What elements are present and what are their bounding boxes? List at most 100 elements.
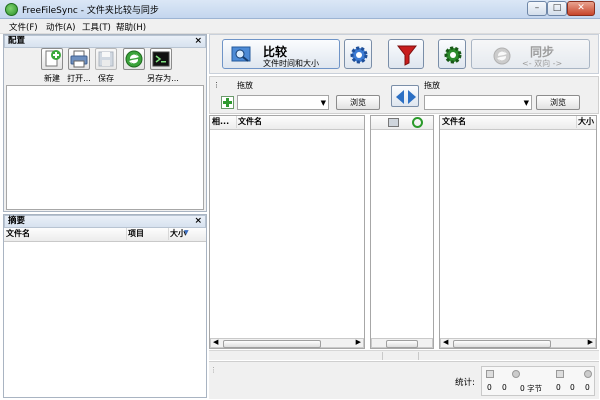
folder-pair-row: ⋮ 拖放 ▼ 浏览 拖放 ▼ 浏览 bbox=[209, 76, 599, 114]
sync-subtitle: <- 双向 -> bbox=[522, 59, 563, 68]
menu-file[interactable]: 文件(F) bbox=[9, 21, 38, 33]
status-divider bbox=[382, 352, 419, 360]
statistics-drag-handle-icon: ⋮ bbox=[210, 366, 217, 374]
right-folder-input[interactable]: ▼ bbox=[424, 95, 532, 110]
left-col-filename[interactable]: 文件名 bbox=[236, 116, 364, 128]
terminal-icon bbox=[152, 51, 170, 67]
new-file-icon bbox=[45, 50, 61, 67]
sort-arrow-icon: ▼ bbox=[184, 229, 189, 236]
right-create-icon bbox=[556, 370, 564, 378]
config-panel-title: 配置 bbox=[8, 36, 26, 46]
right-drag-label: 拖放 bbox=[424, 81, 440, 90]
open-printer-icon bbox=[70, 50, 88, 68]
blue-gear-icon bbox=[350, 46, 368, 64]
filter-button[interactable] bbox=[388, 39, 424, 69]
compare-category-icon[interactable] bbox=[388, 118, 399, 127]
statistics-bar: ⋮ 统计: 0 0 0 字节 0 0 0 bbox=[209, 361, 599, 399]
stat-right-delete: 0 bbox=[585, 383, 590, 392]
compare-subtitle: 文件时间和大小 bbox=[263, 59, 319, 68]
right-file-grid[interactable]: 文件名 大小 ◀ ▶ bbox=[439, 115, 597, 349]
open-config-label: 打开... bbox=[67, 74, 91, 83]
new-config-button[interactable] bbox=[41, 48, 63, 70]
right-grid-scroll-thumb[interactable] bbox=[453, 340, 551, 348]
overview-panel-title: 摘要 bbox=[8, 216, 26, 226]
save-config-label: 保存 bbox=[98, 74, 114, 83]
new-config-label: 新建 bbox=[44, 74, 60, 83]
menu-help[interactable]: 帮助(H) bbox=[116, 21, 146, 33]
middle-grid-scroll-thumb[interactable] bbox=[386, 340, 418, 348]
save-as-config-button[interactable] bbox=[150, 48, 172, 70]
overview-col-items[interactable]: 项目 bbox=[126, 228, 169, 240]
right-grid-hscrollbar[interactable]: ◀ ▶ bbox=[440, 338, 596, 348]
funnel-filter-icon bbox=[397, 45, 417, 66]
right-scroll-right-icon[interactable]: ▶ bbox=[588, 338, 593, 346]
green-sync-icon bbox=[125, 50, 143, 68]
save-disk-icon bbox=[98, 51, 114, 67]
overview-col-filename[interactable]: 文件名 bbox=[4, 228, 127, 240]
left-grid-header: 相... 文件名 bbox=[210, 116, 364, 130]
status-strip bbox=[209, 350, 599, 360]
close-button[interactable]: ✕ bbox=[567, 1, 595, 16]
open-config-button[interactable] bbox=[68, 48, 90, 70]
overview-grid-header: 文件名 项目 大小 ▼ bbox=[4, 228, 206, 242]
save-config-button[interactable] bbox=[95, 48, 117, 70]
save-as-config-label: 另存为... bbox=[147, 74, 179, 83]
stat-right-create: 0 bbox=[556, 383, 561, 392]
left-update-icon bbox=[512, 370, 520, 378]
sync-arrows-icon bbox=[493, 47, 511, 65]
overview-panel-close-icon[interactable]: × bbox=[194, 216, 202, 226]
middle-grid-header bbox=[371, 116, 433, 130]
right-scroll-left-icon[interactable]: ◀ bbox=[443, 338, 448, 346]
scroll-left-icon[interactable]: ◀ bbox=[213, 338, 218, 346]
compare-settings-button[interactable] bbox=[344, 39, 372, 69]
left-file-grid[interactable]: 相... 文件名 ◀ ▶ bbox=[209, 115, 365, 349]
right-grid-header: 文件名 大小 bbox=[440, 116, 596, 130]
sync-settings-button[interactable] bbox=[438, 39, 466, 69]
overview-panel-header: 摘要 × bbox=[4, 215, 206, 228]
left-create-icon bbox=[486, 370, 494, 378]
config-panel-close-icon[interactable]: × bbox=[194, 36, 202, 46]
right-col-filename[interactable]: 文件名 bbox=[440, 116, 577, 128]
app-icon bbox=[5, 3, 18, 16]
left-browse-button[interactable]: 浏览 bbox=[336, 95, 380, 110]
sync-config-button[interactable] bbox=[123, 48, 145, 70]
middle-grid[interactable] bbox=[370, 115, 434, 349]
left-folder-dropdown-icon[interactable]: ▼ bbox=[321, 99, 326, 107]
menu-tools[interactable]: 工具(T) bbox=[82, 21, 111, 33]
overview-panel: 摘要 × 文件名 项目 大小 ▼ bbox=[3, 214, 207, 398]
config-panel-header: 配置 × bbox=[4, 35, 206, 48]
scroll-right-icon[interactable]: ▶ bbox=[356, 338, 361, 346]
synchronize-button[interactable]: 同步 <- 双向 -> bbox=[471, 39, 590, 69]
stat-left-create: 0 bbox=[487, 383, 492, 392]
right-delete-icon bbox=[584, 370, 592, 378]
minimize-button[interactable]: – bbox=[527, 1, 547, 16]
left-col-relative[interactable]: 相... bbox=[210, 116, 237, 128]
right-browse-button[interactable]: 浏览 bbox=[536, 95, 580, 110]
window-title: FreeFileSync - 文件夹比较与同步 bbox=[22, 6, 159, 16]
middle-grid-hscrollbar[interactable] bbox=[371, 338, 433, 348]
left-drag-label: 拖放 bbox=[237, 81, 253, 90]
stat-left-update: 0 bbox=[502, 383, 507, 392]
left-drag-handle-icon: ⋮ bbox=[213, 81, 220, 89]
right-folder-dropdown-icon[interactable]: ▼ bbox=[524, 99, 529, 107]
swap-arrows-icon bbox=[396, 90, 416, 104]
stat-right-update: 0 bbox=[570, 383, 575, 392]
statistics-panel: 0 0 0 字节 0 0 0 bbox=[481, 366, 595, 396]
left-grid-scroll-thumb[interactable] bbox=[223, 340, 321, 348]
left-folder-input[interactable]: ▼ bbox=[237, 95, 329, 110]
menu-action[interactable]: 动作(A) bbox=[46, 21, 75, 33]
right-col-size[interactable]: 大小 bbox=[576, 116, 598, 128]
statistics-label: 统计: bbox=[455, 378, 475, 388]
swap-sides-button[interactable] bbox=[391, 85, 419, 107]
config-panel: 配置 × 新建 打开... 保存 另存为... bbox=[3, 34, 207, 212]
compare-button[interactable]: 比较 文件时间和大小 bbox=[222, 39, 340, 69]
left-grid-hscrollbar[interactable]: ◀ ▶ bbox=[210, 338, 364, 348]
stat-data-bytes: 0 字节 bbox=[520, 384, 543, 393]
sync-action-icon[interactable] bbox=[412, 117, 423, 128]
config-list[interactable] bbox=[6, 85, 204, 210]
title-bar: FreeFileSync - 文件夹比较与同步 – □ ✕ bbox=[0, 0, 600, 19]
menu-bar: 文件(F) 动作(A) 工具(T) 帮助(H) bbox=[0, 19, 600, 34]
add-folder-pair-button[interactable] bbox=[221, 96, 234, 109]
maximize-button[interactable]: □ bbox=[547, 1, 567, 16]
plus-icon bbox=[223, 98, 232, 107]
